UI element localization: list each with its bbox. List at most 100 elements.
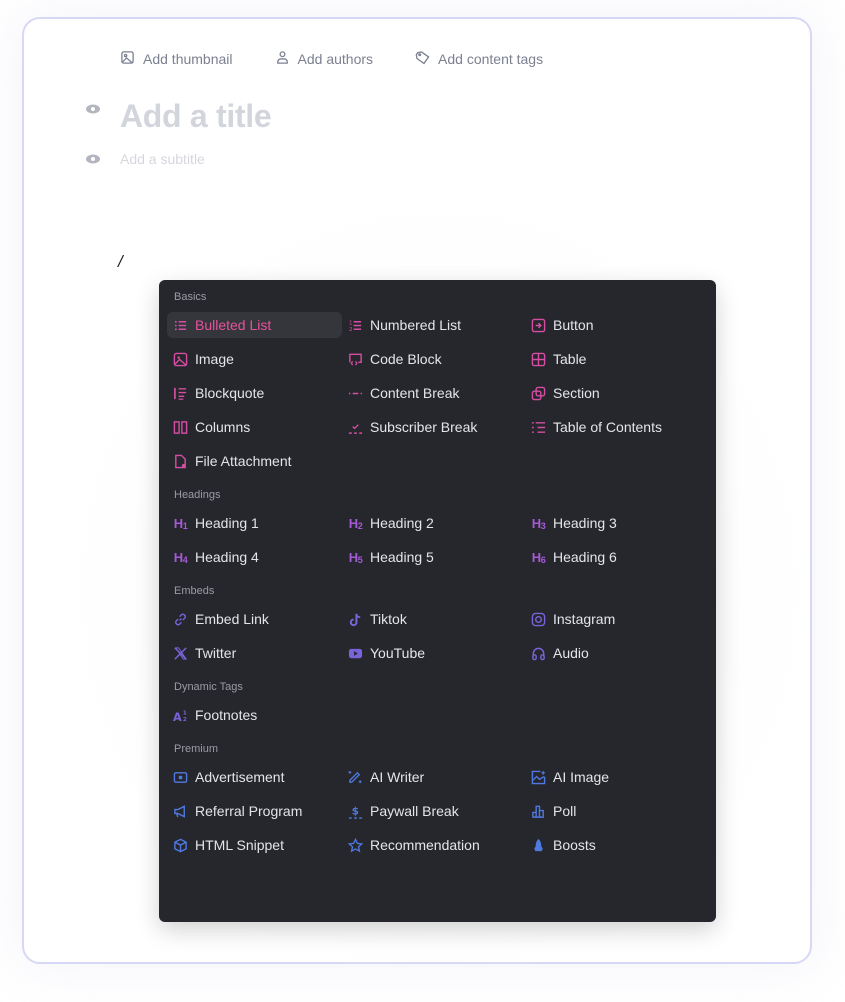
menu-item-label: Columns [195, 419, 251, 435]
advertisement-icon [173, 770, 188, 785]
menu-item-heading-4[interactable]: H4 Heading 4 [167, 544, 342, 570]
footnotes-icon: A12 [173, 708, 188, 723]
menu-item-footnotes[interactable]: A 1 2 Footnotes [167, 702, 342, 728]
heading-5-icon: H5 [348, 549, 363, 565]
blockquote-icon [173, 386, 188, 401]
menu-section-basics: Basics Bulleted List 1 2 Numbered List Button… [167, 290, 708, 482]
menu-item-label: Section [553, 385, 600, 401]
table-icon [531, 352, 546, 367]
menu-item-label: Embed Link [195, 611, 269, 627]
menu-item-label: Twitter [195, 645, 237, 661]
menu-item-numbered-list[interactable]: 1 2 Numbered List [342, 312, 525, 338]
menu-item-label: Audio [553, 645, 589, 661]
menu-item-blockquote[interactable]: Blockquote [167, 380, 342, 406]
menu-item-code-block[interactable]: Code Block [342, 346, 525, 372]
menu-item-poll[interactable]: Poll [525, 798, 700, 824]
menu-item-boosts[interactable]: Boosts [525, 832, 700, 858]
code-block-icon [348, 352, 363, 367]
heading-4-icon: H4 [173, 549, 188, 565]
menu-item-instagram[interactable]: Instagram [525, 606, 700, 632]
title-input[interactable]: Add a title [120, 98, 272, 135]
menu-item-label: Table [553, 351, 587, 367]
menu-item-label: Advertisement [195, 769, 285, 785]
menu-item-label: Heading 2 [370, 515, 434, 531]
numbered-list-icon: 12 [348, 318, 363, 333]
menu-item-ai-writer[interactable]: AI Writer [342, 764, 525, 790]
subscriber-break-icon [348, 420, 363, 435]
section-label: Basics [174, 291, 207, 303]
svg-text:2: 2 [349, 327, 353, 333]
add-content-tags-label: Add content tags [438, 51, 544, 67]
menu-item-grid: Bulleted List 1 2 Numbered List Button Image C… [167, 312, 708, 482]
menu-item-table[interactable]: Table [525, 346, 700, 372]
add-content-tags-button[interactable]: Add content tags [415, 50, 543, 68]
menu-item-content-break[interactable]: Content Break [342, 380, 525, 406]
menu-item-table-of-contents[interactable]: Table of Contents [525, 414, 700, 440]
menu-item-label: Code Block [370, 351, 442, 367]
svg-text:1: 1 [183, 710, 187, 716]
subtitle-input[interactable]: Add a subtitle [120, 151, 205, 167]
menu-item-columns[interactable]: Columns [167, 414, 342, 440]
menu-item-heading-2[interactable]: H2 Heading 2 [342, 510, 525, 536]
menu-item-image[interactable]: Image [167, 346, 342, 372]
menu-item-heading-6[interactable]: H6 Heading 6 [525, 544, 700, 570]
svg-text:A: A [173, 711, 182, 723]
eye-icon[interactable] [84, 100, 102, 118]
add-authors-button[interactable]: Add authors [275, 50, 374, 68]
user-icon [275, 50, 290, 68]
menu-item-heading-3[interactable]: H3 Heading 3 [525, 510, 700, 536]
content-break-icon [348, 386, 363, 401]
menu-item-grid: Embed Link Tiktok Instagram Twitter YouTube A… [167, 606, 708, 674]
menu-item-twitter[interactable]: Twitter [167, 640, 342, 666]
heading-1-icon: H1 [173, 515, 188, 531]
menu-item-youtube[interactable]: YouTube [342, 640, 525, 666]
star-icon [348, 837, 363, 853]
menu-item-heading-1[interactable]: H1 Heading 1 [167, 510, 342, 536]
heading-2-icon: H2 [348, 515, 363, 531]
menu-item-button[interactable]: Button [525, 312, 700, 338]
menu-item-audio[interactable]: Audio [525, 640, 700, 666]
section-icon [531, 386, 546, 401]
svg-text:1: 1 [349, 320, 353, 326]
menu-item-label: Heading 4 [195, 549, 259, 565]
editor-body-text[interactable]: / [118, 252, 123, 272]
menu-item-label: Numbered List [370, 317, 462, 333]
add-authors-label: Add authors [297, 51, 374, 67]
rocket-icon [531, 838, 546, 853]
menu-item-subscriber-break[interactable]: Subscriber Break [342, 414, 525, 440]
menu-item-embed-link[interactable]: Embed Link [167, 606, 342, 632]
add-thumbnail-button[interactable]: Add thumbnail [120, 50, 233, 68]
menu-section-embeds: Embeds Embed Link Tiktok Instagram Twitter Yo… [167, 584, 708, 674]
paywall-break-icon: $ [348, 804, 363, 819]
eye-icon[interactable] [84, 150, 102, 168]
menu-item-section[interactable]: Section [525, 380, 700, 406]
menu-item-heading-5[interactable]: H5 Heading 5 [342, 544, 525, 570]
cube-icon [173, 838, 188, 853]
menu-item-bulleted-list[interactable]: Bulleted List [167, 312, 342, 338]
instagram-icon [531, 612, 546, 627]
menu-item-advertisement[interactable]: Advertisement [167, 764, 342, 790]
section-label: Premium [174, 743, 219, 755]
menu-item-label: Heading 3 [553, 515, 617, 531]
menu-item-label: Button [553, 317, 594, 333]
heading-3-icon: H3 [531, 515, 546, 531]
menu-item-recommendation[interactable]: Recommendation [342, 832, 525, 858]
menu-item-file-attachment[interactable]: File Attachment [167, 448, 342, 474]
menu-item-ai-image[interactable]: AI Image [525, 764, 700, 790]
section-label: Headings [174, 489, 221, 501]
menu-item-html-snippet[interactable]: HTML Snippet [167, 832, 342, 858]
image-icon [173, 352, 188, 367]
menu-item-label: Bulleted List [195, 317, 272, 333]
table-of-contents-icon [531, 420, 546, 435]
bulleted-list-icon [173, 318, 188, 333]
menu-item-referral-program[interactable]: Referral Program [167, 798, 342, 824]
menu-section-dynamic-tags: Dynamic Tags A 1 2 Footnotes [167, 680, 708, 736]
tag-icon [415, 50, 430, 68]
menu-item-tiktok[interactable]: Tiktok [342, 606, 525, 632]
menu-item-paywall-break[interactable]: $ Paywall Break [342, 798, 525, 824]
youtube-icon [348, 646, 363, 661]
menu-item-grid: Advertisement AI Writer AI Image Referral P… [167, 764, 708, 866]
tiktok-icon [348, 612, 363, 627]
section-label: Dynamic Tags [174, 681, 243, 693]
menu-item-label: File Attachment [195, 453, 292, 469]
